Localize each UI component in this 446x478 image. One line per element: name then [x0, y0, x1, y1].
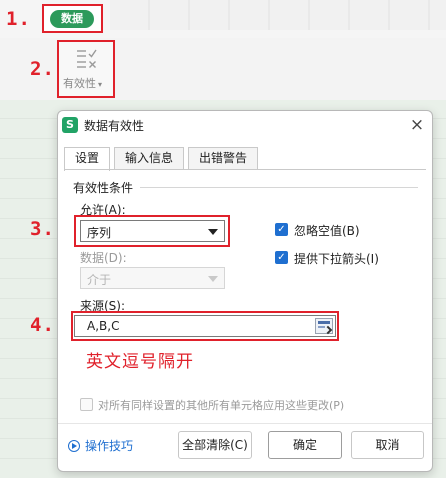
range-select-icon[interactable]: [315, 318, 333, 335]
dialog-title: 数据有效性: [84, 119, 145, 133]
source-input-value: A,B,C: [87, 319, 120, 333]
section-divider: [140, 187, 418, 188]
validity-button[interactable]: 有效性 ▾: [57, 40, 115, 98]
chevron-down-icon: [208, 229, 218, 235]
data-tab-highlight: 数据: [42, 4, 103, 33]
data-select-value: 介于: [87, 273, 112, 287]
step-label-4: 4.: [30, 314, 55, 336]
section-title: 有效性条件: [73, 181, 134, 195]
apply-all-checkbox[interactable]: [80, 398, 93, 411]
validity-label: 有效性 ▾: [63, 77, 103, 90]
annotation-text: 英文逗号隔开: [86, 352, 194, 372]
data-tab[interactable]: 数据: [50, 10, 94, 28]
ignore-blank-checkbox[interactable]: ✓: [275, 223, 288, 236]
tips-link[interactable]: 操作技巧: [68, 437, 133, 454]
data-validation-icon: [77, 49, 97, 68]
step-label-3: 3.: [30, 218, 55, 240]
dialog-title-bar: S 数据有效性 ×: [58, 111, 432, 139]
cancel-button[interactable]: 取消: [351, 431, 424, 459]
tab-input-message[interactable]: 输入信息: [114, 147, 184, 170]
app-logo-icon: S: [62, 117, 78, 133]
tab-panel-border: [64, 169, 426, 170]
data-label: 数据(D):: [80, 251, 127, 265]
chevron-down-icon: [208, 276, 218, 282]
source-input[interactable]: A,B,C: [74, 315, 336, 337]
ribbon-tab-strip: [110, 0, 446, 30]
apply-all-label: 对所有同样设置的其他所有单元格应用这些更改(P): [98, 399, 345, 412]
ignore-blank-label: 忽略空值(B): [294, 224, 360, 238]
tab-settings[interactable]: 设置: [64, 147, 110, 171]
footer-divider: [58, 423, 432, 424]
data-validation-dialog: S 数据有效性 × 设置 输入信息 出错警告 有效性条件 允许(A): 序列 ✓…: [57, 110, 433, 472]
ok-button[interactable]: 确定: [268, 431, 342, 459]
allow-select-value: 序列: [87, 226, 112, 240]
dropdown-arrow-label: 提供下拉箭头(I): [294, 252, 379, 266]
tips-label: 操作技巧: [85, 439, 134, 453]
step-label-2: 2.: [30, 58, 55, 80]
step-label-1: 1.: [6, 8, 31, 30]
data-select: 介于: [80, 267, 225, 289]
close-icon[interactable]: ×: [406, 114, 428, 136]
clear-all-button[interactable]: 全部清除(C): [178, 431, 252, 459]
allow-select[interactable]: 序列: [80, 220, 225, 242]
play-circle-icon: [68, 440, 80, 452]
dropdown-arrow-checkbox[interactable]: ✓: [275, 251, 288, 264]
tab-error-alert[interactable]: 出错警告: [188, 147, 258, 170]
